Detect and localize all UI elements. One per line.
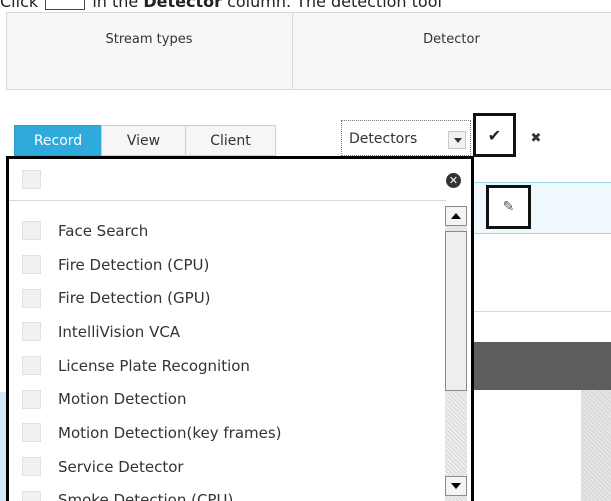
- header-detector: Detector: [423, 31, 480, 47]
- list-item-label: Service Detector: [58, 457, 184, 476]
- list-item-label: Motion Detection(key frames): [58, 423, 282, 442]
- checkbox[interactable]: [22, 389, 41, 409]
- list-item[interactable]: Smoke Detection (CPU): [9, 484, 443, 501]
- list-item-label: IntelliVision VCA: [58, 322, 181, 341]
- edit-button[interactable]: ✎: [486, 185, 531, 229]
- list-item-label: Face Search: [58, 221, 149, 240]
- list-item[interactable]: Motion Detection: [9, 382, 443, 416]
- list-item[interactable]: Fire Detection (CPU): [9, 248, 443, 282]
- detectors-dropdown: ✕ Face Search Fire Detection (CPU) Fire …: [6, 156, 474, 501]
- stream-type-client-button[interactable]: Client: [185, 125, 276, 156]
- scroll-down-icon[interactable]: [445, 476, 467, 496]
- checkbox[interactable]: [22, 423, 41, 443]
- checkbox[interactable]: [22, 322, 41, 342]
- checkbox[interactable]: [22, 221, 41, 241]
- list-item-label: Fire Detection (CPU): [58, 255, 210, 274]
- pencil-icon: ✎: [502, 199, 515, 215]
- list-item-label: Fire Detection (GPU): [58, 289, 211, 308]
- list-item[interactable]: IntelliVision VCA: [9, 315, 443, 349]
- detector-list: Face Search Fire Detection (CPU) Fire De…: [9, 214, 443, 501]
- close-icon[interactable]: ✕: [446, 173, 461, 188]
- checkbox[interactable]: [22, 356, 41, 376]
- header-stream-types: Stream types: [105, 31, 193, 47]
- list-item[interactable]: License Plate Recognition: [9, 349, 443, 383]
- chevron-down-icon[interactable]: [448, 131, 466, 149]
- list-item[interactable]: Motion Detection(key frames): [9, 416, 443, 450]
- header-divider: [292, 12, 293, 90]
- confirm-button[interactable]: ✔: [473, 113, 516, 157]
- list-item-label: License Plate Recognition: [58, 356, 250, 375]
- checkbox[interactable]: [22, 288, 41, 308]
- select-all-checkbox[interactable]: [22, 170, 41, 189]
- checkbox[interactable]: [22, 255, 41, 275]
- detectors-select[interactable]: Detectors: [341, 120, 471, 156]
- list-item[interactable]: Service Detector: [9, 450, 443, 484]
- close-icon: ✖: [530, 130, 542, 146]
- detectors-select-label: Detectors: [349, 131, 418, 147]
- list-item[interactable]: Fire Detection (GPU): [9, 281, 443, 315]
- checkbox[interactable]: [22, 457, 41, 477]
- scroll-up-icon[interactable]: [445, 206, 467, 226]
- dropdown-scrollbar[interactable]: [445, 206, 467, 501]
- list-item-label: Motion Detection: [58, 390, 187, 409]
- stream-type-view-button[interactable]: View: [101, 125, 186, 156]
- checkbox[interactable]: [22, 490, 41, 501]
- scrollbar-thumb[interactable]: [445, 231, 467, 391]
- stream-type-record-button[interactable]: Record: [14, 125, 102, 156]
- list-item[interactable]: Face Search: [9, 214, 443, 248]
- dropdown-divider: [9, 200, 446, 201]
- page-scroll-track[interactable]: [581, 390, 611, 501]
- list-item-label: Smoke Detection (CPU): [58, 491, 234, 501]
- checkmark-icon: ✔: [487, 125, 502, 145]
- cancel-button[interactable]: ✖: [521, 123, 551, 153]
